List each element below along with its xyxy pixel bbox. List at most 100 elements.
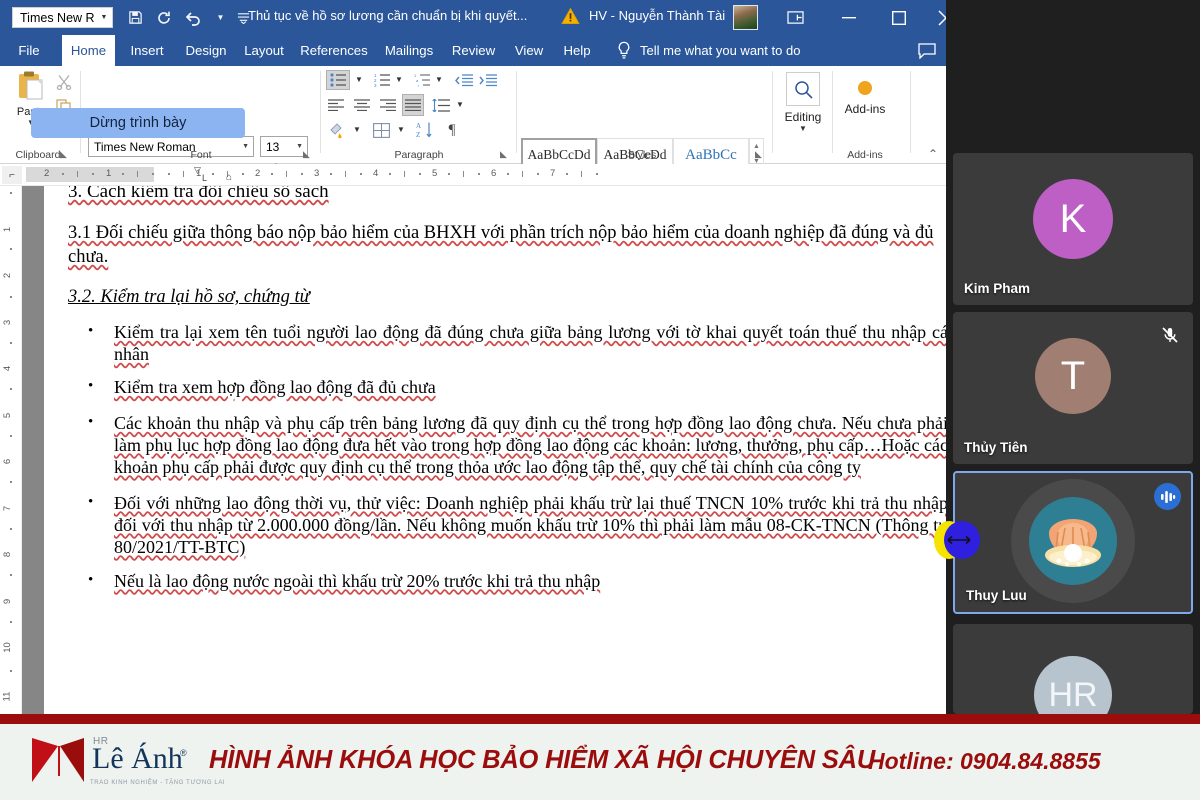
tab-stop-selector[interactable]: ⌐ [2,166,22,184]
tab-insert[interactable]: Insert [123,35,171,66]
font-dialog-launcher[interactable]: ◣ [303,149,314,160]
save-icon[interactable] [128,10,143,25]
borders-chevron-icon[interactable]: ▼ [394,122,408,136]
document-scroll-area[interactable]: 3. Cách kiểm tra đối chiếu sổ sách 3.1 Đ… [22,186,946,714]
account-warning-icon[interactable] [561,7,580,25]
tile-content: K Kim Pham [953,153,1193,305]
tab-file[interactable]: File [8,35,50,66]
participant-tile-kim-pham[interactable]: K Kim Pham [953,153,1193,305]
resize-arrow-icon [946,534,972,546]
le-anh-logo-icon [30,736,88,784]
svg-text:Z: Z [416,131,420,139]
vertical-ruler[interactable]: 1 2 3 4 5 6 7 8 9 10 11 [0,186,22,714]
tab-mailings[interactable]: Mailings [378,35,440,66]
ruler-mark: 8 [2,551,14,558]
tab-view[interactable]: View [508,35,550,66]
ruler-mark: 4 [373,168,379,179]
maximize-icon[interactable] [876,0,922,35]
shading-chevron-icon[interactable]: ▼ [350,122,364,136]
list-item: Kiểm tra xem hợp đồng lao động đã đủ chư… [68,377,946,399]
ruler-mark: 1 [2,226,14,233]
tab-references[interactable]: References [296,35,372,66]
ruler-mark: 2 [44,168,50,179]
doc-paragraph-3-2: 3.2. Kiểm tra lại hồ sơ, chứng từ [68,287,310,308]
close-icon[interactable] [926,0,946,35]
multilevel-chevron-icon[interactable]: ▼ [432,72,446,86]
participant-tile-thuy-tien[interactable]: T Thủy Tiên [953,312,1193,464]
left-indent-marker[interactable]: L [202,173,207,183]
shading-button[interactable] [326,120,348,140]
tile-content: T Thủy Tiên [953,312,1193,464]
tab-layout[interactable]: Layout [238,35,290,66]
cut-icon[interactable] [56,74,72,90]
align-center-button[interactable] [352,96,372,114]
numbering-button[interactable]: 123 [372,71,392,89]
borders-button[interactable] [370,121,392,139]
comments-icon[interactable] [918,43,936,64]
horizontal-ruler[interactable]: ⌐ 2 1 1 2 3 4 5 6 7 ▽ L ⌂ [0,164,946,186]
tab-home[interactable]: Home [62,35,115,66]
ruler-mark: 3 [2,319,14,326]
paragraph-group-label: Paragraph [394,149,444,161]
lightbulb-icon [616,41,632,65]
align-right-button[interactable] [378,96,398,114]
addins-button[interactable]: Add-ins [838,74,892,134]
tell-me-input[interactable]: Tell me what you want to do [640,43,800,58]
undo-dropdown-chevron-icon[interactable]: ▼ [216,13,224,22]
document-page[interactable]: 3. Cách kiểm tra đối chiếu sổ sách 3.1 Đ… [44,186,946,714]
repeat-icon[interactable] [156,10,172,26]
tab-review[interactable]: Review [446,35,501,66]
svg-text:3: 3 [374,83,377,87]
increase-indent-button[interactable] [478,71,498,89]
numbering-chevron-icon[interactable]: ▼ [392,72,406,86]
tab-design[interactable]: Design [178,35,234,66]
collapse-ribbon-icon[interactable]: ⌃ [928,147,938,161]
document-title: Thủ tục về hồ sơ lương cần chuẩn bị khi … [248,8,528,23]
chevron-down-icon[interactable]: ▼ [799,124,807,133]
speaking-indicator-icon [1154,483,1181,510]
styles-dialog-launcher[interactable]: ◣ [755,149,766,160]
bullets-button[interactable] [326,70,350,90]
ruler-mark: 11 [1,691,13,702]
decrease-indent-button[interactable] [454,71,474,89]
teams-top-bar [946,0,1200,95]
participant-tile-hr[interactable]: HR [953,624,1193,714]
document-body[interactable]: 3. Cách kiểm tra đối chiếu sổ sách 3.1 Đ… [68,186,946,604]
participant-tile-thuy-luu[interactable]: Thuy Luu [953,471,1193,614]
search-icon [786,72,820,106]
align-left-button[interactable] [326,96,346,114]
ruler-mark: 7 [2,505,14,512]
line-spacing-button[interactable] [430,96,452,114]
show-formatting-marks-button[interactable]: ¶ [442,120,462,140]
ruler-mark: 5 [432,168,438,179]
justify-button[interactable] [402,94,424,116]
account-name[interactable]: HV - Nguyễn Thành Tài [589,8,725,23]
line-spacing-chevron-icon[interactable]: ▼ [453,97,467,111]
undo-icon[interactable] [185,10,203,26]
ribbon-display-options-icon[interactable] [772,0,818,35]
bullets-chevron-icon[interactable]: ▼ [352,72,366,86]
sort-button[interactable]: AZ [414,120,436,140]
ruler-track[interactable]: 2 1 1 2 3 4 5 6 7 ▽ L ⌂ [26,164,946,185]
quick-access-font-box[interactable]: Times New R ▼ [12,7,114,28]
font-group-label: Font [190,149,212,161]
ruler-mark: 10 [1,642,13,653]
avatar [1011,479,1135,603]
ruler-mark: 9 [2,598,14,605]
tile-content: Thuy Luu [955,473,1191,612]
avatar[interactable] [733,5,758,30]
hanging-indent-marker[interactable]: ⌂ [226,172,232,183]
clipboard-dialog-launcher[interactable]: ◣ [60,149,71,160]
ruler-mark: 6 [491,168,497,179]
ruler-mark: 5 [2,412,14,419]
panel-resize-handle[interactable] [934,521,980,563]
list-item: Các khoản thu nhập và phụ cấp trên bảng … [68,413,946,479]
first-line-indent-marker[interactable]: ▽ [194,165,201,176]
multilevel-list-button[interactable]: 1ai [412,71,432,89]
tab-help[interactable]: Help [556,35,598,66]
editing-button[interactable]: Editing ▼ [780,72,826,150]
paragraph-dialog-launcher[interactable]: ◣ [500,149,511,160]
minimize-icon[interactable] [826,0,872,35]
stop-presenting-button[interactable]: Dừng trình bày [31,108,245,138]
ribbon-tab-strip: File Home Insert Design Layout Reference… [0,35,946,66]
